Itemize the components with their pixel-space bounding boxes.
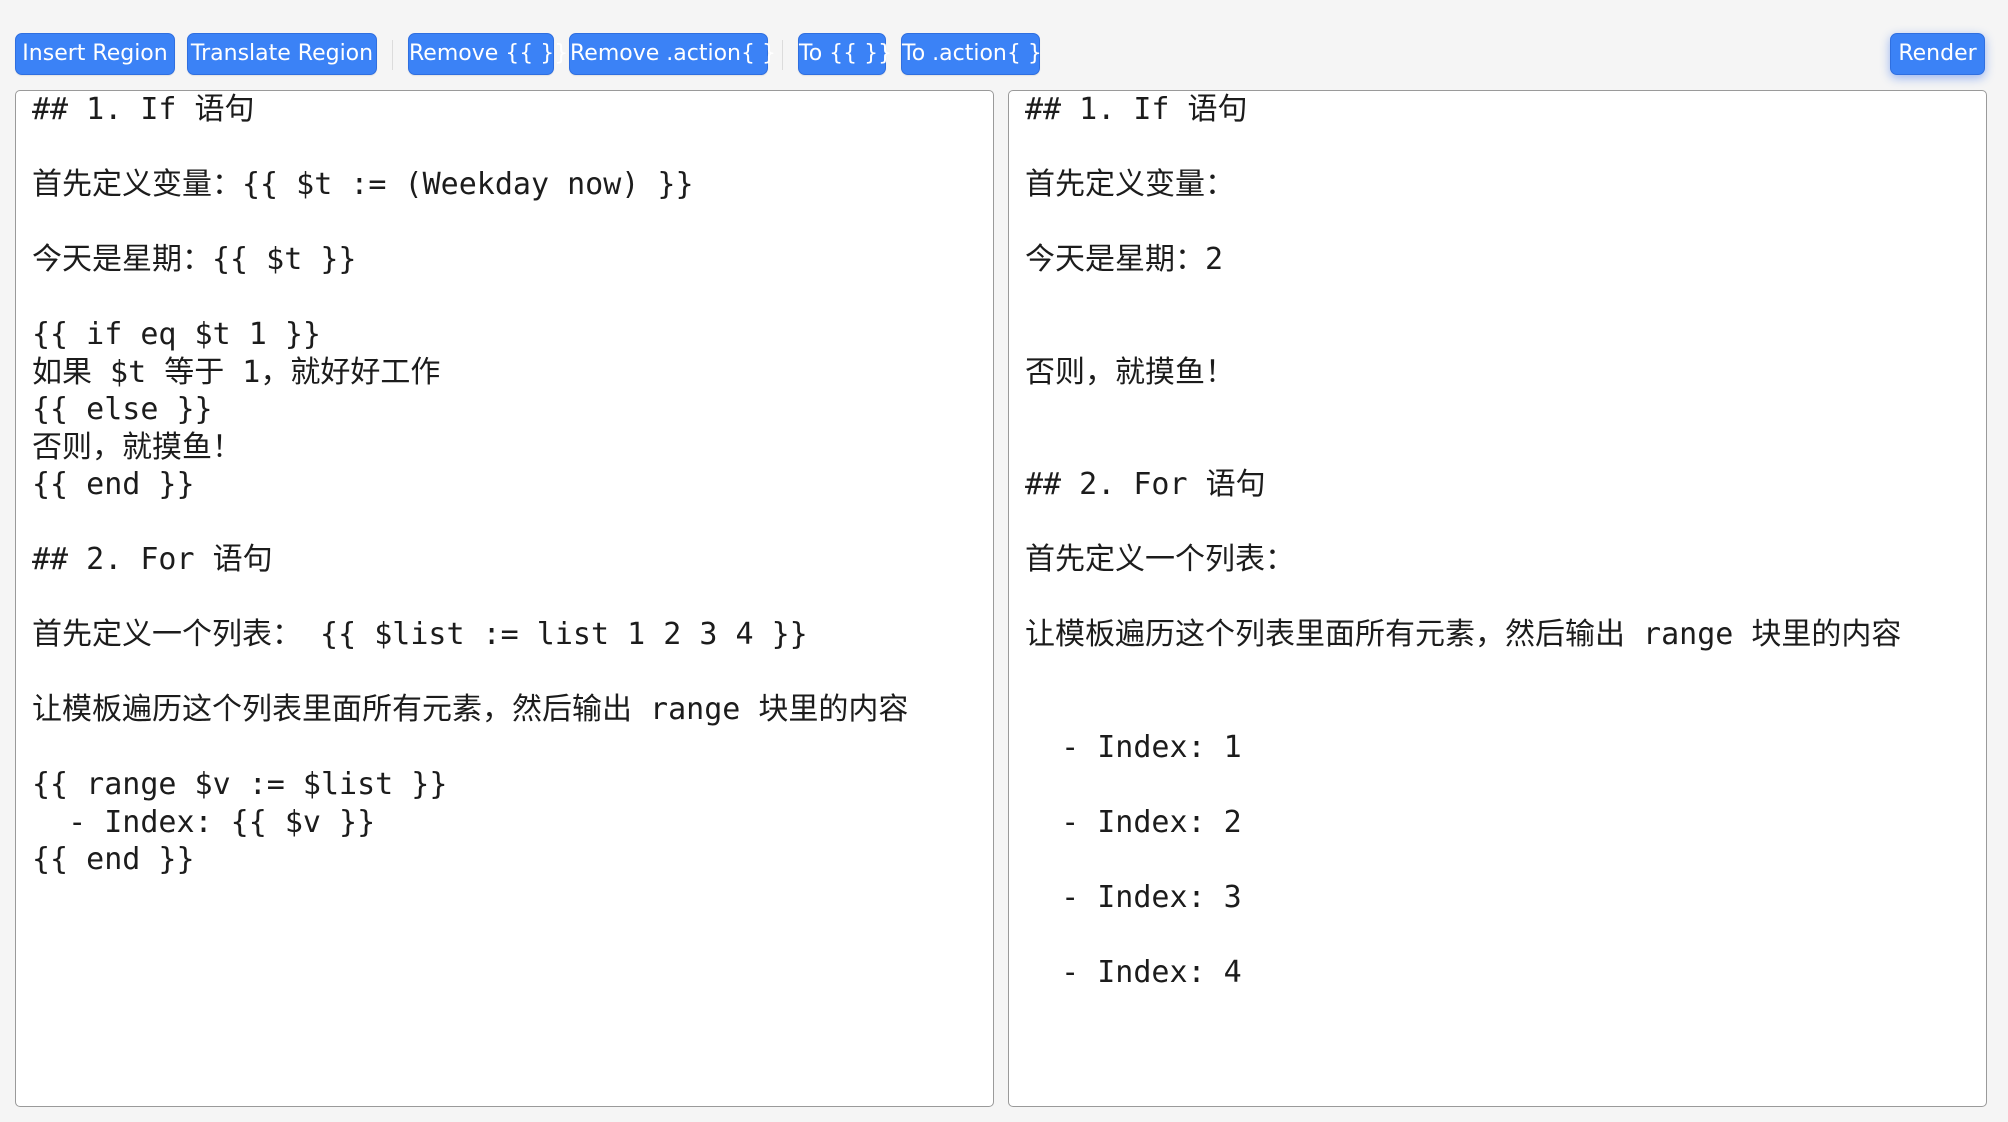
editor-line[interactable]: ## 2. For 语句: [32, 541, 993, 579]
preview-line: ## 2. For 语句: [1025, 467, 1266, 502]
editor-line[interactable]: [32, 729, 993, 767]
editor-line[interactable]: {{ end }}: [32, 466, 993, 504]
editor-line[interactable]: 如果 $t 等于 1，就好好工作: [32, 354, 993, 392]
preview-line: [1025, 504, 1986, 542]
editor-line[interactable]: [32, 279, 993, 317]
to-action-button[interactable]: To .action{ }: [901, 33, 1042, 75]
preview-line: [1025, 279, 1986, 317]
preview-line: - Index: 2: [1025, 804, 1242, 840]
editor-line[interactable]: {{ range $v := $list }}: [32, 766, 993, 804]
preview-line: [1025, 691, 1986, 729]
remove-action-button[interactable]: Remove .action{ }: [569, 33, 776, 75]
preview-line: - Index: 4: [1025, 954, 1242, 990]
editor-line[interactable]: 首先定义一个列表： {{ $list := list 1 2 3 4 }}: [32, 616, 993, 654]
toolbar-divider: [392, 40, 393, 70]
preview-line: [1025, 391, 1986, 429]
preview-line: - Index: 3: [1025, 879, 1242, 915]
preview-content: ## 1. If 语句 首先定义变量： 今天是星期：2 否则，就摸鱼！ ## 2. Fo…: [1025, 91, 1986, 991]
template-editor[interactable]: ## 1. If 语句 首先定义变量：{{ $t := (Weekday now)…: [15, 90, 994, 1107]
to-braces-button[interactable]: To {{ }}: [798, 33, 892, 75]
preview-line: - Index: 1: [1025, 729, 1242, 765]
editor-line[interactable]: 今天是星期：{{ $t }}: [32, 241, 993, 279]
editor-line[interactable]: [32, 504, 993, 542]
preview-line: [1025, 654, 1986, 692]
editor-content[interactable]: ## 1. If 语句 首先定义变量：{{ $t := (Weekday now)…: [32, 91, 993, 879]
preview-line: 首先定义一个列表：: [1025, 542, 1295, 577]
editor-line[interactable]: ## 1. If 语句: [32, 91, 993, 129]
preview-line: ## 1. If 语句: [1025, 92, 1248, 127]
preview-line: [1025, 316, 1986, 354]
preview-line: 否则，就摸鱼！: [1025, 354, 1235, 390]
insert-region-button[interactable]: Insert Region: [15, 33, 175, 75]
editor-line[interactable]: 首先定义变量：{{ $t := (Weekday now) }}: [32, 166, 993, 204]
preview-line: [1025, 841, 1986, 879]
preview-line: [1025, 129, 1986, 167]
editor-line[interactable]: {{ if eq $t 1 }}: [32, 316, 993, 354]
editor-line[interactable]: [32, 654, 993, 692]
translate-region-button[interactable]: Translate Region: [187, 33, 377, 75]
editor-line[interactable]: [32, 579, 993, 617]
preview-line: [1025, 916, 1986, 954]
preview-line: [1025, 766, 1986, 804]
preview-line: [1025, 579, 1986, 617]
toolbar-divider: [782, 40, 783, 70]
editor-line[interactable]: {{ end }}: [32, 841, 993, 879]
remove-braces-button[interactable]: Remove {{ }}: [408, 33, 568, 75]
editor-line[interactable]: [32, 129, 993, 167]
editor-line[interactable]: - Index: {{ $v }}: [32, 804, 993, 842]
preview-line: 让模板遍历这个列表里面所有元素，然后输出 range 块里的内容: [1025, 617, 1902, 652]
editor-line[interactable]: 否则，就摸鱼！: [32, 429, 993, 467]
preview-line: 今天是星期：2: [1025, 242, 1224, 277]
preview-line: 首先定义变量：: [1025, 167, 1235, 202]
toolbar: Insert Region Translate Region Remove {{…: [0, 0, 2008, 90]
render-button[interactable]: Render: [1890, 33, 1985, 75]
editor-line[interactable]: 让模板遍历这个列表里面所有元素，然后输出 range 块里的内容: [32, 691, 993, 729]
render-preview: ## 1. If 语句 首先定义变量： 今天是星期：2 否则，就摸鱼！ ## 2. Fo…: [1008, 90, 1987, 1107]
preview-line: [1025, 204, 1986, 242]
editor-line[interactable]: [32, 204, 993, 242]
preview-line: [1025, 429, 1986, 467]
editor-line[interactable]: {{ else }}: [32, 391, 993, 429]
